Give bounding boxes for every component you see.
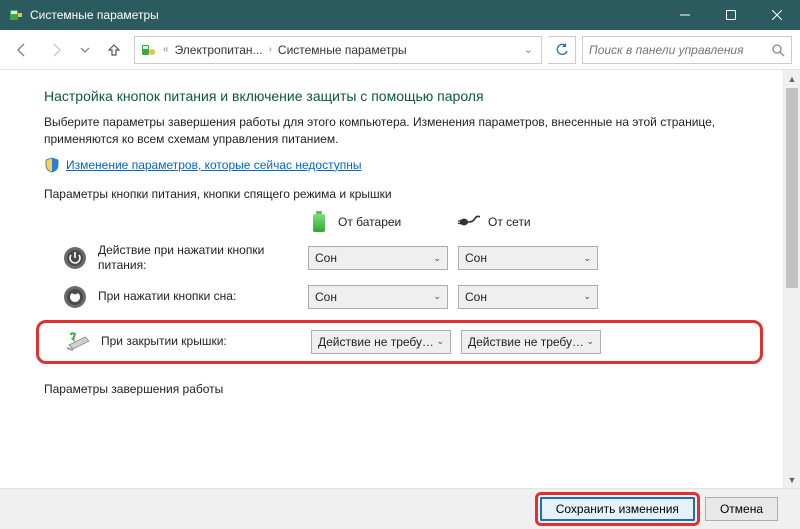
- chevron-down-icon: ⌄: [583, 291, 591, 302]
- close-button[interactable]: [754, 0, 800, 30]
- chevron-down-icon: ⌄: [433, 291, 441, 302]
- window-title: Системные параметры: [30, 8, 662, 22]
- scroll-up-button[interactable]: ▲: [784, 70, 800, 87]
- content-area: Настройка кнопок питания и включение защ…: [0, 70, 783, 488]
- forward-button[interactable]: [42, 36, 70, 64]
- minimize-button[interactable]: [662, 0, 708, 30]
- recent-button[interactable]: [76, 36, 94, 64]
- section-title-buttons: Параметры кнопки питания, кнопки спящего…: [44, 187, 755, 201]
- select-value: Сон: [315, 251, 337, 265]
- button-label: Сохранить изменения: [556, 502, 679, 516]
- unlock-link-row: Изменение параметров, которые сейчас нед…: [44, 157, 755, 173]
- select-value: Сон: [465, 251, 487, 265]
- chevron-down-icon: ⌄: [586, 336, 594, 347]
- search-input[interactable]: [589, 43, 771, 57]
- vertical-scrollbar[interactable]: ▲ ▼: [783, 70, 800, 488]
- search-icon: [771, 43, 785, 57]
- unlock-settings-link[interactable]: Изменение параметров, которые сейчас нед…: [66, 158, 362, 172]
- select-value: Сон: [465, 290, 487, 304]
- select-lid-battery[interactable]: Действие не требуется ⌄: [311, 330, 451, 354]
- power-icon: [62, 245, 88, 271]
- row-label: Действие при нажатии кнопки питания:: [98, 243, 298, 274]
- column-headers: От батареи От сети: [44, 211, 755, 233]
- select-value: Действие не требуется: [468, 335, 586, 349]
- row-sleep-button: При нажатии кнопки сна: Сон ⌄ Сон ⌄: [44, 284, 755, 310]
- refresh-button[interactable]: [548, 36, 576, 64]
- breadcrumb-sep-icon: «: [159, 44, 173, 55]
- select-sleep-battery[interactable]: Сон ⌄: [308, 285, 448, 309]
- breadcrumb[interactable]: « Электропитан... › Системные параметры …: [134, 36, 542, 64]
- plug-icon: [458, 211, 480, 233]
- scrollbar-thumb[interactable]: [786, 88, 798, 288]
- scroll-down-button[interactable]: ▼: [784, 471, 800, 488]
- row-label: При нажатии кнопки сна:: [98, 289, 298, 305]
- col-header-label: От батареи: [338, 215, 401, 229]
- battery-icon: [308, 211, 330, 233]
- col-header-label: От сети: [488, 215, 531, 229]
- section-title-shutdown: Параметры завершения работы: [44, 382, 755, 396]
- page-title: Настройка кнопок питания и включение защ…: [44, 88, 755, 104]
- chevron-down-icon: ⌄: [436, 336, 444, 347]
- search-box[interactable]: [582, 36, 792, 64]
- row-power-button: Действие при нажатии кнопки питания: Сон…: [44, 243, 755, 274]
- highlight-lid-row: При закрытии крышки: Действие не требует…: [36, 320, 763, 364]
- shield-icon: [44, 157, 60, 173]
- select-lid-ac[interactable]: Действие не требуется ⌄: [461, 330, 601, 354]
- back-button[interactable]: [8, 36, 36, 64]
- chevron-right-icon: ›: [265, 44, 276, 55]
- up-button[interactable]: [100, 36, 128, 64]
- maximize-button[interactable]: [708, 0, 754, 30]
- save-button[interactable]: Сохранить изменения: [540, 497, 695, 521]
- laptop-lid-icon: [65, 329, 91, 355]
- breadcrumb-item[interactable]: Электропитан...: [175, 43, 263, 57]
- cancel-button[interactable]: Отмена: [705, 497, 778, 521]
- col-header-ac: От сети: [458, 211, 598, 233]
- row-lid-close: При закрытии крышки: Действие не требует…: [43, 329, 756, 355]
- footer: Сохранить изменения Отмена: [0, 488, 800, 529]
- titlebar: Системные параметры: [0, 0, 800, 30]
- chevron-down-icon: ⌄: [583, 253, 591, 264]
- sleep-icon: [62, 284, 88, 310]
- window-icon: [8, 7, 24, 23]
- breadcrumb-icon: [139, 41, 157, 59]
- col-header-battery: От батареи: [308, 211, 448, 233]
- button-label: Отмена: [720, 502, 763, 516]
- page-description: Выберите параметры завершения работы для…: [44, 114, 755, 149]
- breadcrumb-item[interactable]: Системные параметры: [278, 43, 407, 57]
- chevron-down-icon[interactable]: ⌄: [520, 43, 537, 56]
- select-value: Действие не требуется: [318, 335, 436, 349]
- select-value: Сон: [315, 290, 337, 304]
- row-label: При закрытии крышки:: [101, 334, 301, 350]
- nav-row: « Электропитан... › Системные параметры …: [0, 30, 800, 70]
- select-power-battery[interactable]: Сон ⌄: [308, 246, 448, 270]
- select-power-ac[interactable]: Сон ⌄: [458, 246, 598, 270]
- chevron-down-icon: ⌄: [433, 253, 441, 264]
- window-controls: [662, 0, 800, 30]
- select-sleep-ac[interactable]: Сон ⌄: [458, 285, 598, 309]
